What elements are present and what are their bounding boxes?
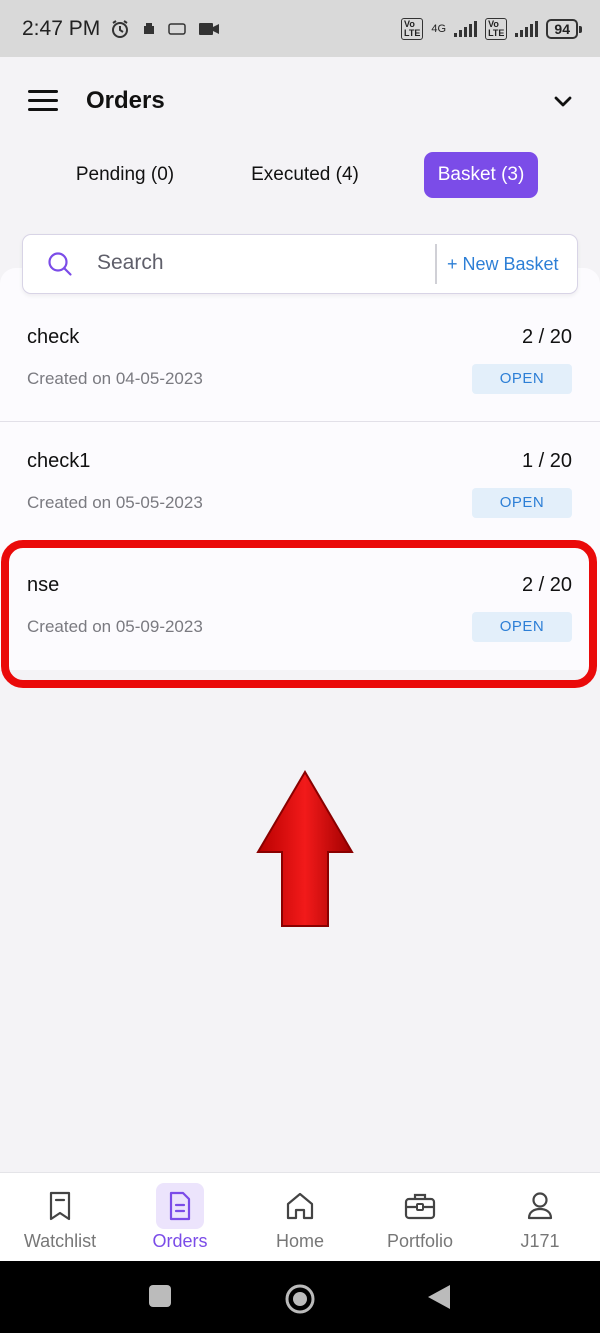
basket-item[interactable]: nse 2 / 20 Created on 05-09-2023 OPEN — [0, 516, 600, 642]
status-right: Vo LTE 4G Vo LTE 94 — [401, 17, 582, 40]
app-notification-icon — [144, 22, 155, 34]
status-bar: 2:47 PM Vo LTE 4G Vo LTE 94 — [0, 0, 600, 57]
tab-basket[interactable]: Basket (3) — [424, 152, 538, 198]
bookmark-icon — [36, 1183, 84, 1229]
nav-label: Home — [275, 1231, 324, 1251]
signal-icon-2 — [515, 20, 539, 37]
basket-name: check1 — [27, 450, 91, 472]
tab-pending[interactable]: Pending (0) — [58, 152, 192, 198]
nav-label: J171 — [520, 1231, 560, 1251]
new-basket-button[interactable]: + New Basket — [447, 254, 559, 275]
nav-orders[interactable]: Orders — [120, 1183, 240, 1259]
basket-count: 2 / 20 — [521, 574, 572, 596]
menu-icon[interactable] — [28, 90, 58, 112]
nav-profile[interactable]: J171 — [480, 1183, 600, 1259]
basket-count: 1 / 20 — [521, 450, 572, 472]
basket-created-date: Created on 04-05-2023 — [27, 369, 203, 388]
orders-header: Orders Pending (0) Executed (4) Basket (… — [0, 57, 600, 262]
user-icon — [516, 1183, 564, 1229]
network-type: 4G — [431, 22, 447, 35]
nav-home[interactable]: Home — [240, 1183, 360, 1259]
alarm-icon — [112, 19, 129, 38]
basket-item[interactable]: check1 1 / 20 Created on 05-05-2023 OPEN — [0, 392, 600, 518]
nav-watchlist[interactable]: Watchlist — [0, 1183, 120, 1259]
basket-name: nse — [27, 574, 60, 596]
order-tabs: Pending (0) Executed (4) Basket (3) — [0, 152, 600, 198]
battery-icon: 94 — [546, 18, 582, 39]
orders-document-icon — [156, 1183, 204, 1229]
chevron-down-icon[interactable] — [554, 93, 572, 111]
recent-apps-icon[interactable] — [147, 1283, 173, 1309]
video-camera-icon — [199, 22, 220, 35]
nav-label: Orders — [152, 1231, 208, 1251]
basket-list: check 2 / 20 Created on 04-05-2023 OPEN … — [0, 268, 600, 670]
messaging-icon — [168, 22, 186, 35]
signal-icon — [454, 20, 478, 37]
search-icon — [48, 252, 72, 276]
status-time: 2:47 PM — [22, 16, 101, 40]
up-arrow-annotation-icon — [256, 770, 354, 927]
search-input[interactable]: Search — [97, 251, 164, 275]
nav-label: Portfolio — [386, 1231, 454, 1251]
tab-executed[interactable]: Executed (4) — [232, 152, 378, 198]
back-button-icon[interactable] — [426, 1283, 452, 1311]
basket-created-date: Created on 05-09-2023 — [27, 617, 203, 636]
basket-name: check — [27, 326, 80, 348]
status-badge: OPEN — [472, 488, 572, 518]
basket-created-date: Created on 05-05-2023 — [27, 493, 203, 512]
home-button-icon[interactable] — [284, 1283, 316, 1315]
search-divider — [435, 244, 437, 284]
basket-count: 2 / 20 — [521, 326, 572, 348]
page-title: Orders — [86, 87, 165, 114]
search-bar: Search + New Basket — [22, 234, 578, 294]
briefcase-icon — [396, 1183, 444, 1229]
nav-label: Watchlist — [23, 1231, 97, 1251]
status-badge: OPEN — [472, 364, 572, 394]
bottom-navigation: Watchlist Orders Home Portfolio J171 — [0, 1172, 600, 1261]
status-badge: OPEN — [472, 612, 572, 642]
volte-icon: Vo LTE — [401, 17, 424, 40]
nav-portfolio[interactable]: Portfolio — [360, 1183, 480, 1259]
volte-icon-2: Vo LTE — [485, 17, 508, 40]
system-navigation-bar — [0, 1261, 600, 1333]
notification-icons — [110, 19, 220, 39]
home-icon — [276, 1183, 324, 1229]
